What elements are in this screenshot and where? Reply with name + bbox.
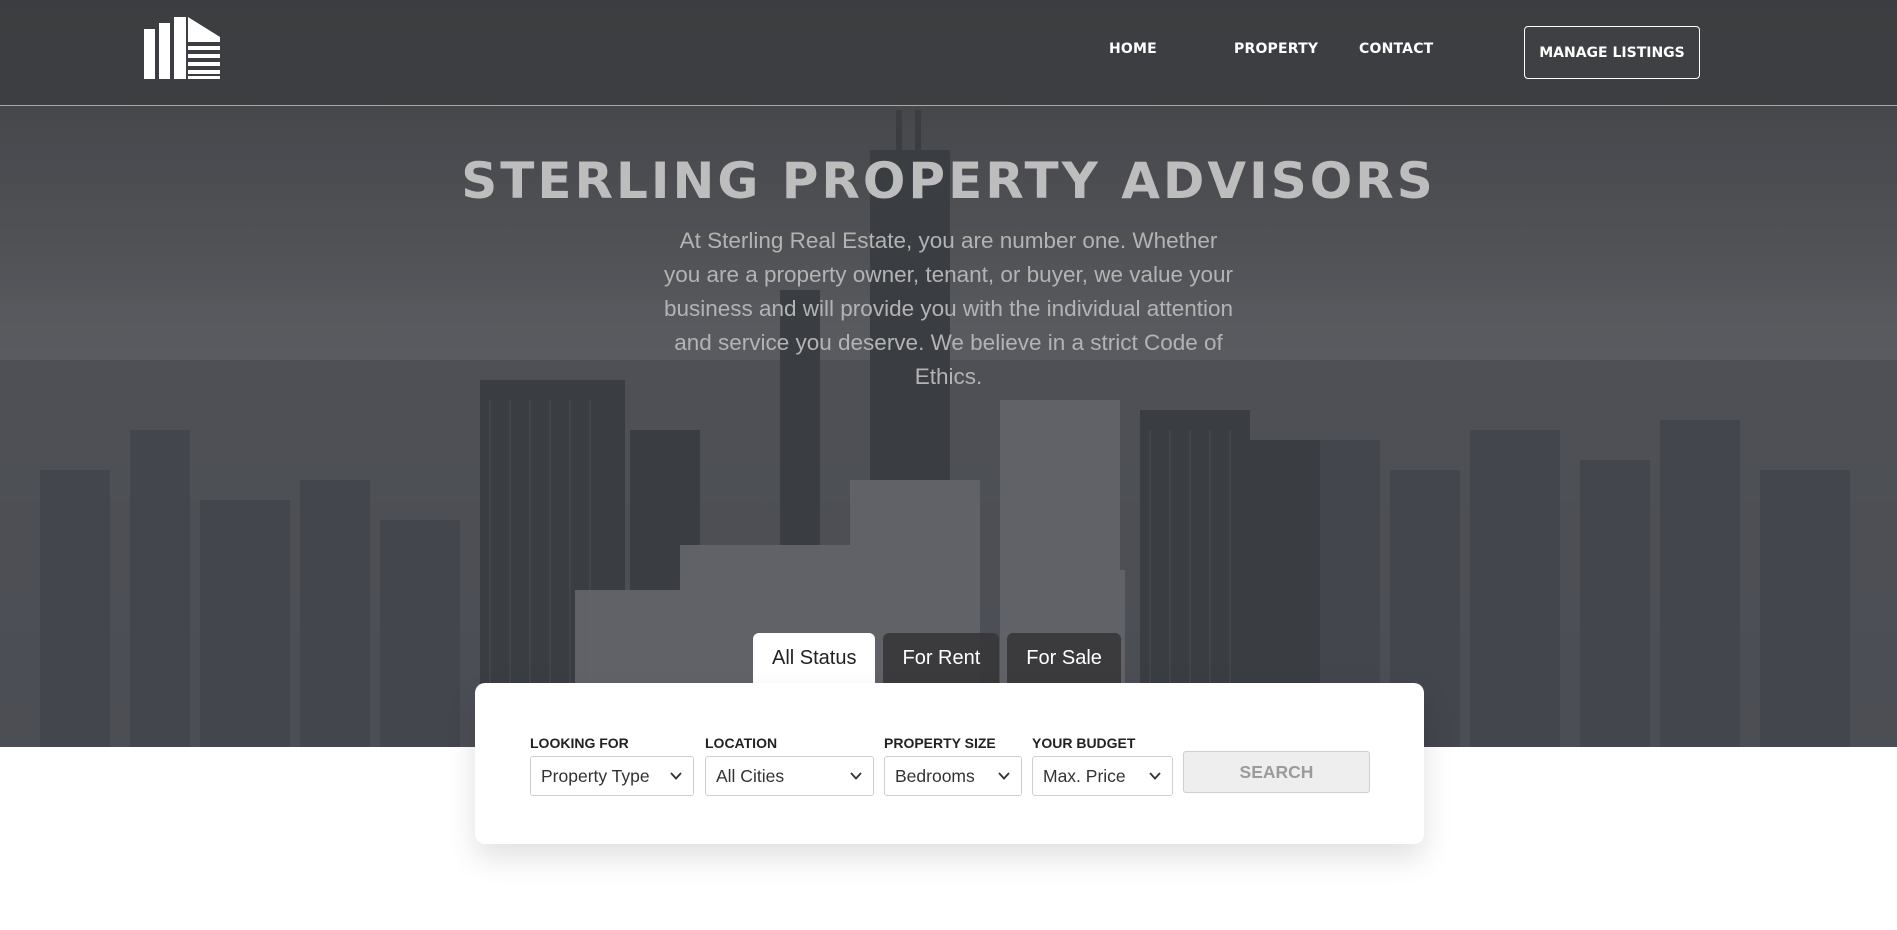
hero-title: STERLING PROPERTY ADVISORS bbox=[461, 152, 1436, 210]
location-field: LOCATION All Cities bbox=[705, 735, 874, 796]
bedrooms-select[interactable]: Bedrooms bbox=[884, 756, 1022, 796]
max-price-select[interactable]: Max. Price bbox=[1032, 756, 1173, 796]
chevron-down-icon bbox=[1149, 772, 1161, 780]
manage-listings-button[interactable]: MANAGE LISTINGS bbox=[1524, 26, 1700, 79]
location-value: All Cities bbox=[716, 765, 785, 786]
nav-contact-link[interactable]: CONTACT bbox=[1359, 41, 1433, 57]
looking-for-field: LOOKING FOR Property Type bbox=[530, 735, 694, 796]
tab-all-status[interactable]: All Status bbox=[753, 633, 876, 683]
max-price-value: Max. Price bbox=[1043, 765, 1126, 786]
budget-field: YOUR BUDGET Max. Price bbox=[1032, 735, 1173, 796]
budget-label: YOUR BUDGET bbox=[1032, 735, 1136, 751]
building-logo-icon[interactable] bbox=[142, 17, 222, 79]
looking-for-label: LOOKING FOR bbox=[530, 735, 629, 751]
location-select[interactable]: All Cities bbox=[705, 756, 874, 796]
chevron-down-icon bbox=[670, 772, 682, 780]
property-size-label: PROPERTY SIZE bbox=[884, 735, 996, 751]
search-button[interactable]: SEARCH bbox=[1183, 751, 1370, 793]
top-navbar: HOME PROPERTY CONTACT MANAGE LISTINGS bbox=[0, 0, 1897, 106]
property-search-form: LOOKING FOR Property Type LOCATION All C… bbox=[475, 683, 1424, 844]
property-type-select[interactable]: Property Type bbox=[530, 756, 694, 796]
property-size-field: PROPERTY SIZE Bedrooms bbox=[884, 735, 1022, 796]
nav-property-link[interactable]: PROPERTY bbox=[1234, 41, 1318, 57]
hero-description: At Sterling Real Estate, you are number … bbox=[663, 228, 1234, 389]
nav-home-link[interactable]: HOME bbox=[1109, 41, 1157, 57]
location-label: LOCATION bbox=[705, 735, 778, 751]
chevron-down-icon bbox=[998, 772, 1010, 780]
status-tabs: All Status For Rent For Sale bbox=[753, 633, 1121, 683]
bedrooms-value: Bedrooms bbox=[895, 765, 975, 786]
tab-for-rent[interactable]: For Rent bbox=[883, 633, 1000, 683]
chevron-down-icon bbox=[850, 772, 862, 780]
tab-for-sale[interactable]: For Sale bbox=[1007, 633, 1121, 683]
property-type-value: Property Type bbox=[541, 765, 650, 786]
